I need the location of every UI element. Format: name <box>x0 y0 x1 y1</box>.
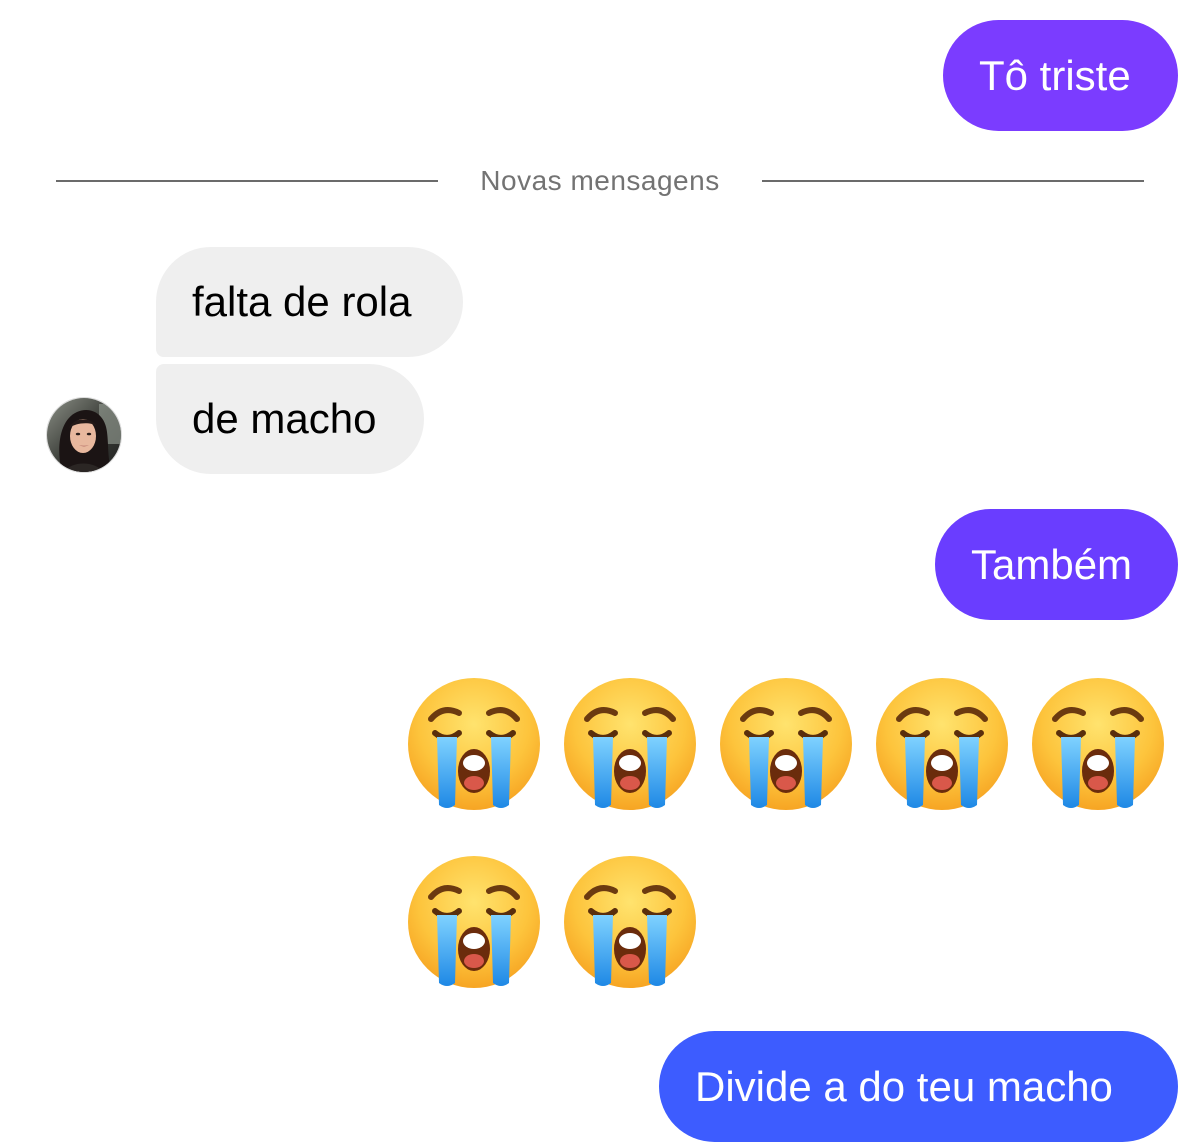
divider-line-right <box>762 180 1144 182</box>
loudly-crying-face-icon <box>405 675 543 813</box>
message-text: de macho <box>192 395 377 442</box>
incoming-message-bubble[interactable]: de macho <box>156 364 424 474</box>
loudly-crying-face-icon <box>1029 675 1167 813</box>
contact-avatar[interactable] <box>46 397 122 473</box>
contact-avatar-photo-icon <box>47 398 121 472</box>
outgoing-message-bubble[interactable]: Divide a do teu macho <box>659 1031 1178 1142</box>
outgoing-message-bubble[interactable]: Também <box>935 509 1178 620</box>
divider-label: Novas mensagens <box>480 165 720 196</box>
message-text: Tô triste <box>979 51 1131 99</box>
message-text: falta de rola <box>192 278 412 325</box>
incoming-message-bubble[interactable]: falta de rola <box>156 247 463 357</box>
loudly-crying-face-icon <box>405 853 543 991</box>
loudly-crying-face-icon <box>561 853 699 991</box>
loudly-crying-face-icon <box>561 675 699 813</box>
loudly-crying-face-icon <box>873 675 1011 813</box>
message-text: Também <box>971 540 1133 588</box>
message-text: Divide a do teu macho <box>695 1062 1113 1110</box>
new-messages-divider: Novas mensagens <box>56 160 1144 202</box>
loudly-crying-face-icon <box>717 675 855 813</box>
outgoing-message-bubble[interactable]: Tô triste <box>943 20 1178 131</box>
emoji-message[interactable] <box>401 663 1178 1003</box>
divider-line-left <box>56 180 438 182</box>
